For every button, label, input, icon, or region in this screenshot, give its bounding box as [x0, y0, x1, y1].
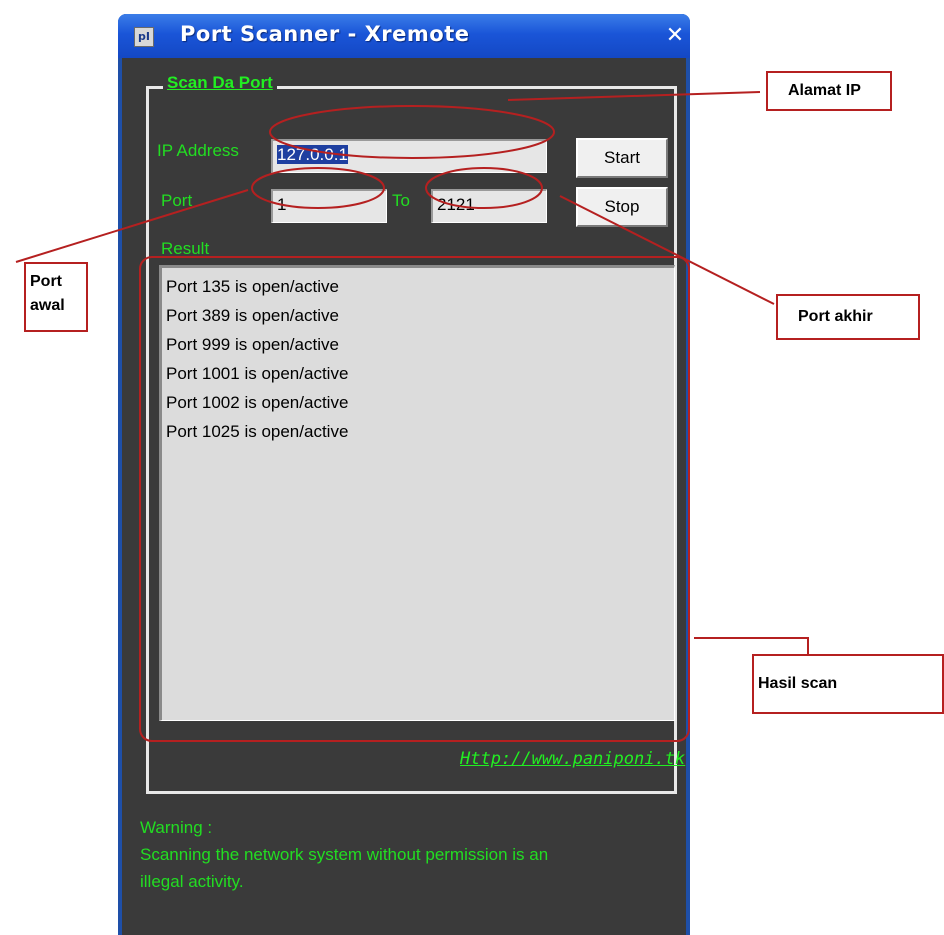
- result-item: Port 135 is open/active: [166, 277, 339, 296]
- ip-address-input[interactable]: 127.0.0.1: [271, 139, 547, 173]
- result-item: Port 389 is open/active: [166, 306, 339, 325]
- ip-address-value: 127.0.0.1: [277, 145, 348, 164]
- result-item: Port 1001 is open/active: [166, 364, 349, 383]
- result-label: Result: [161, 239, 210, 258]
- port-to-input[interactable]: 2121: [431, 189, 547, 223]
- alamat-ip-callout: Alamat IP: [766, 71, 892, 111]
- close-button[interactable]: ✕: [662, 23, 688, 49]
- to-label: To: [392, 191, 410, 210]
- port-akhir-callout: Port akhir: [776, 294, 920, 340]
- app-icon: pI: [134, 27, 154, 47]
- scan-group-box: Scan Da Port IP Address 127.0.0.1 Start …: [146, 73, 685, 794]
- port-label: Port: [161, 191, 193, 210]
- warning-line-1: Scanning the network system without perm…: [140, 845, 549, 864]
- result-list[interactable]: Port 135 is open/active Port 389 is open…: [159, 265, 675, 721]
- stop-button[interactable]: Stop: [576, 187, 668, 227]
- hasil-scan-callout: Hasil scan: [752, 654, 944, 714]
- port-awal-line-2: awal: [30, 297, 65, 314]
- result-item: Port 1002 is open/active: [166, 393, 349, 412]
- start-button[interactable]: Start: [576, 138, 668, 178]
- port-awal-callout: Port awal: [24, 262, 88, 332]
- warning-text: Warning : Scanning the network system wi…: [140, 814, 660, 895]
- window-title: Port Scanner - Xremote: [180, 22, 470, 46]
- ip-address-label: IP Address: [157, 141, 239, 160]
- warning-title: Warning :: [140, 818, 213, 837]
- port-scanner-window: pI Port Scanner - Xremote ✕ Scan Da Port…: [118, 14, 690, 935]
- result-item: Port 999 is open/active: [166, 335, 339, 354]
- title-bar[interactable]: pI Port Scanner - Xremote ✕: [118, 14, 690, 58]
- warning-line-2: illegal activity.: [140, 872, 244, 891]
- website-link[interactable]: Http://www.paniponi.tk: [460, 749, 685, 769]
- group-title: Scan Da Port: [163, 73, 277, 93]
- port-from-input[interactable]: 1: [271, 189, 387, 223]
- port-awal-line-1: Port: [30, 273, 62, 290]
- result-item: Port 1025 is open/active: [166, 422, 349, 441]
